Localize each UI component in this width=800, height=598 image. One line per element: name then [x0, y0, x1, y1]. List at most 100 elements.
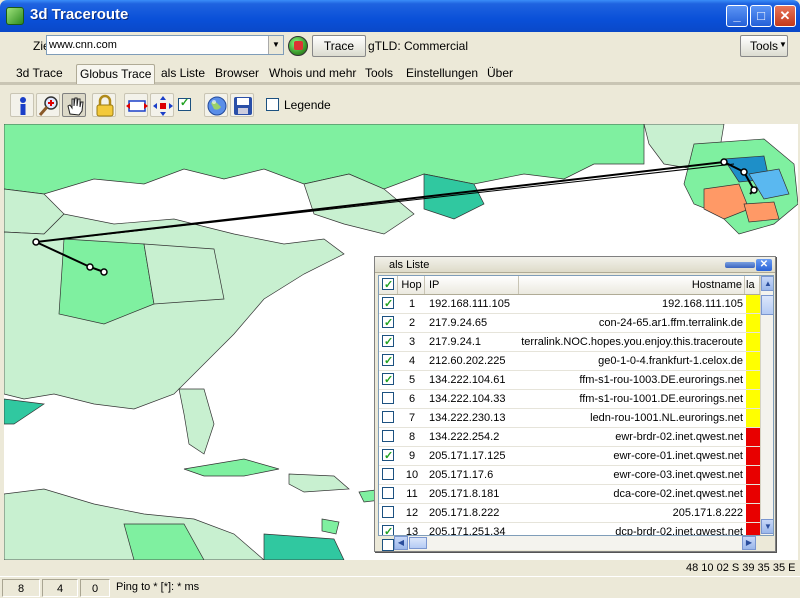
row-checkbox[interactable] — [382, 314, 398, 332]
route-node[interactable] — [720, 158, 728, 166]
hop-table[interactable]: Hop IP Hostname la 1 192.168.111.105 192.1… — [378, 275, 774, 536]
ping-status: Ping to * [*]: * ms — [116, 581, 200, 593]
table-row[interactable]: 9 205.171.17.125 ewr-core-01.inet.qwest.ne… — [379, 447, 760, 466]
save-icon[interactable] — [230, 93, 254, 117]
hop-hostname: ewr-brdr-02.inet.qwest.net — [615, 431, 743, 443]
close-button[interactable]: ✕ — [774, 5, 796, 27]
tab-tools[interactable]: Tools — [362, 64, 396, 84]
row-checkbox[interactable] — [382, 390, 398, 408]
latency-status-indicator — [746, 295, 760, 313]
maximize-button[interactable]: □ — [750, 5, 772, 27]
hop-ip: 205.171.8.222 — [429, 507, 500, 519]
stop-trace-icon[interactable] — [288, 36, 308, 56]
table-row[interactable]: 13 205.171.251.34 dcp-brdr-02.inet.qwest.n… — [379, 523, 760, 536]
row-checkbox[interactable] — [382, 485, 398, 503]
column-hostname[interactable]: Hostname — [520, 276, 745, 294]
table-row[interactable]: 3 217.9.24.1 terralink.NOC.hopes.you.enjoy… — [379, 333, 760, 352]
route-node[interactable] — [100, 268, 108, 276]
zoom-in-icon[interactable] — [36, 93, 60, 117]
panel-grip[interactable] — [725, 262, 755, 268]
route-node[interactable] — [86, 263, 94, 271]
tab-einstellungen[interactable]: Einstellungen — [403, 64, 481, 84]
table-row[interactable]: 2 217.9.24.65 con-24-65.ar1.ffm.terralink.… — [379, 314, 760, 333]
row-checkbox[interactable] — [382, 295, 398, 313]
table-row[interactable]: 11 205.171.8.181 dca-core-02.inet.qwest.ne… — [379, 485, 760, 504]
scroll-up-button[interactable]: ▲ — [761, 276, 773, 291]
globe-icon[interactable] — [204, 93, 228, 117]
row-checkbox[interactable] — [382, 409, 398, 427]
row-checkbox[interactable] — [382, 466, 398, 484]
column-hop[interactable]: Hop — [399, 276, 425, 294]
hop-number: 4 — [408, 355, 416, 367]
new-row-checkbox[interactable] — [382, 537, 394, 552]
route-node[interactable] — [740, 168, 748, 176]
title-bar[interactable]: 3d Traceroute _ □ ✕ — [0, 0, 800, 32]
status-cell-errors: 0 — [80, 579, 110, 597]
tab-globus-trace[interactable]: Globus Trace — [76, 64, 156, 84]
row-checkbox[interactable] — [382, 523, 398, 535]
tab-3d-trace[interactable]: 3d Trace — [13, 64, 66, 84]
row-checkbox[interactable] — [382, 371, 398, 389]
hop-ip: 134.222.230.13 — [429, 412, 506, 424]
move-icon[interactable] — [150, 93, 174, 117]
trace-button[interactable]: Trace — [312, 35, 366, 57]
hop-hostname: terralink.NOC.hopes.you.enjoy.this.trace… — [521, 336, 743, 348]
latency-status-indicator — [746, 314, 760, 332]
hop-number: 7 — [408, 412, 416, 424]
horizontal-scrollbar[interactable]: ◀ ▶ — [394, 536, 756, 550]
table-row[interactable]: 1 192.168.111.105 192.168.111.105 — [379, 295, 760, 314]
route-node[interactable] — [750, 186, 758, 194]
tab-uber[interactable]: Über — [484, 64, 516, 84]
info-icon[interactable] — [10, 93, 34, 117]
scroll-thumb[interactable] — [761, 295, 773, 315]
lock-icon[interactable] — [92, 93, 116, 117]
row-checkbox[interactable] — [382, 333, 398, 351]
status-bar: 8 4 0 Ping to * [*]: * ms — [0, 576, 800, 598]
latency-status-indicator — [746, 333, 760, 351]
table-row[interactable]: 10 205.171.17.6 ewr-core-03.inet.qwest.net — [379, 466, 760, 485]
tab-whois[interactable]: Whois und mehr — [266, 64, 359, 84]
table-row[interactable]: 5 134.222.104.61 ffm-s1-rou-1003.DE.eurori… — [379, 371, 760, 390]
tools-dropdown-icon[interactable]: ▼ — [777, 35, 789, 57]
hop-number: 9 — [408, 450, 416, 462]
row-checkbox[interactable] — [382, 428, 398, 446]
hop-ip: 205.171.251.34 — [429, 526, 506, 536]
route-node[interactable] — [32, 238, 40, 246]
scroll-right-button[interactable]: ▶ — [742, 536, 756, 550]
tab-als-liste[interactable]: als Liste — [158, 64, 208, 84]
vertical-scrollbar[interactable]: ▲ ▼ — [760, 276, 773, 535]
column-ip[interactable]: IP — [427, 276, 519, 294]
table-row[interactable]: 4 212.60.202.225 ge0-1-0-4.frankfurt-1.cel… — [379, 352, 760, 371]
row-checkbox[interactable] — [382, 447, 398, 465]
fit-view-icon[interactable] — [124, 93, 148, 117]
hop-hostname: 205.171.8.222 — [672, 507, 743, 519]
panel-close-button[interactable]: ✕ — [756, 259, 772, 271]
hop-hostname: con-24-65.ar1.ffm.terralink.de — [598, 317, 743, 329]
header-checkbox[interactable] — [382, 276, 398, 294]
hop-ip: 205.171.8.181 — [429, 488, 500, 500]
hop-hostname: dca-core-02.inet.qwest.net — [613, 488, 743, 500]
horizontal-thumb[interactable] — [409, 537, 427, 549]
hop-ip: 192.168.111.105 — [429, 298, 510, 310]
minimize-button[interactable]: _ — [726, 5, 748, 27]
tab-browser[interactable]: Browser — [212, 64, 262, 84]
pan-hand-icon[interactable] — [62, 93, 86, 117]
column-latency[interactable]: la — [746, 276, 760, 294]
scroll-left-button[interactable]: ◀ — [394, 536, 408, 550]
target-dropdown-button[interactable]: ▼ — [268, 36, 283, 54]
hop-number: 1 — [408, 298, 416, 310]
hop-hostname: ledn-rou-1001.NL.eurorings.net — [590, 412, 743, 424]
legend-checkbox[interactable] — [266, 98, 279, 111]
hop-list-panel[interactable]: als Liste ✕ Hop IP Hostname la 1 192.168.… — [374, 256, 776, 552]
table-row[interactable]: 7 134.222.230.13 ledn-rou-1001.NL.euroring… — [379, 409, 760, 428]
hop-hostname: ffm-s1-rou-1001.DE.eurorings.net — [579, 393, 743, 405]
table-row[interactable]: 6 134.222.104.33 ffm-s1-rou-1001.DE.eurori… — [379, 390, 760, 409]
panel-title-bar[interactable]: als Liste ✕ — [375, 257, 775, 273]
row-checkbox[interactable] — [382, 504, 398, 522]
table-row[interactable]: 8 134.222.254.2 ewr-brdr-02.inet.qwest.net — [379, 428, 760, 447]
row-checkbox[interactable] — [382, 352, 398, 370]
table-row[interactable]: 12 205.171.8.222 205.171.8.222 — [379, 504, 760, 523]
scroll-down-button[interactable]: ▼ — [761, 519, 773, 534]
target-input[interactable]: www.cnn.com ▼ — [46, 35, 284, 55]
map-option-checkbox[interactable]: ✓ — [178, 97, 191, 111]
